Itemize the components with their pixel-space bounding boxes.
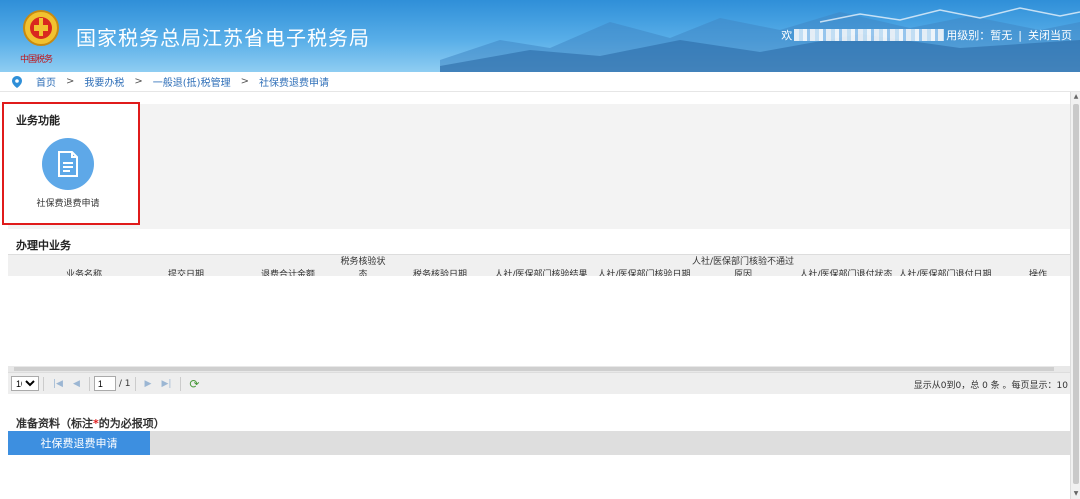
table-header: 业务名称 提交日期 退费合计金额 税务核验状态税务核验日期 人社/医保部门核验结果 人社/… — [8, 254, 1070, 276]
materials-title-before: 准备资料（标注 — [16, 417, 93, 430]
refresh-icon[interactable]: ⟳ — [189, 377, 199, 391]
page-size-select[interactable]: 102050 — [11, 376, 39, 391]
breadcrumb-arrow: > — [240, 76, 249, 87]
document-icon — [58, 151, 78, 177]
column-header: 税务核验状态 — [340, 255, 386, 276]
column-header-line1: 退费合计金额 — [261, 270, 316, 276]
column-header-line2: 原因 — [734, 270, 753, 276]
pager-divider — [43, 376, 44, 391]
scroll-up-icon[interactable]: ▲ — [1072, 93, 1080, 101]
close-page-link[interactable]: 关闭当页 — [1028, 27, 1072, 43]
column-header-line1: 操作 — [1029, 270, 1048, 276]
total-pages: / 1 — [118, 378, 131, 389]
site-header: 中国税务 国家税务总局江苏省电子税务局 欢 用级别：暂无 | 关闭当页 — [0, 0, 1080, 72]
pager-info: 显示从0到0，总 0 条 。每页显示：10 — [913, 381, 1068, 391]
column-header: 人社/医保部门退付日期 — [899, 267, 992, 276]
breadcrumb-arrow: > — [134, 76, 143, 87]
first-page-icon[interactable]: |◀ — [53, 379, 63, 389]
pager: 102050 |◀ ◀ / 1 ▶ ▶| ⟳ 显示从0到0，总 0 条 。每页显… — [8, 372, 1070, 394]
section-title-in-progress: 办理中业务 — [16, 239, 71, 252]
column-header-line1: 提交日期 — [168, 270, 205, 276]
separator: | — [1018, 28, 1022, 42]
pager-divider — [180, 376, 182, 391]
column-header-line1: 税务核验日期 — [413, 270, 468, 276]
function-icon-circle[interactable] — [42, 138, 94, 190]
breadcrumb-home[interactable]: 首页 — [36, 74, 56, 89]
location-pin-icon — [12, 75, 22, 88]
column-header: 税务核验日期 — [413, 267, 467, 276]
emblem-tagline: 中国税务 — [20, 55, 53, 65]
last-page-icon[interactable]: ▶| — [161, 379, 171, 389]
column-header-line1: 税务核验状 — [340, 257, 386, 267]
scroll-down-icon[interactable]: ▼ — [1072, 490, 1080, 498]
section-title-materials: 准备资料（标注*的为必报项） — [16, 415, 165, 431]
column-header-line1: 人社/医保部门核验日期 — [597, 270, 691, 276]
column-header: 提交日期 — [168, 267, 204, 276]
materials-tabbar: 社保费退费申请 — [8, 431, 1070, 455]
hscroll-thumb[interactable] — [14, 367, 1054, 371]
masked-username — [794, 29, 945, 41]
column-header-line1: 人社/医保部门核验不通过 — [692, 257, 795, 267]
section-title-business-functions: 业务功能 — [16, 114, 60, 127]
column-header-line1: 人社/医保部门核验结果 — [494, 270, 588, 276]
page-number-input[interactable] — [93, 376, 116, 391]
column-header-line2: 态 — [358, 270, 368, 276]
site-title: 国家税务总局江苏省电子税务局 — [76, 26, 370, 50]
column-header: 人社/医保部门核验不通过原因 — [692, 255, 795, 276]
column-header-line1: 人社/医保部门退付状态 — [799, 270, 893, 276]
next-page-icon[interactable]: ▶ — [145, 379, 152, 389]
business-function-panel — [8, 104, 1070, 229]
column-header-line1: 业务名称 — [66, 270, 103, 276]
function-social-insurance-refund[interactable]: 社保费退费申请 — [30, 138, 106, 214]
tab-social-insurance-refund[interactable]: 社保费退费申请 — [8, 431, 150, 455]
breadcrumb-tax-services[interactable]: 我要办税 — [84, 74, 124, 89]
column-header: 人社/医保部门核验结果 — [495, 267, 588, 276]
pager-divider — [134, 376, 136, 391]
breadcrumb-current[interactable]: 社保费退费申请 — [259, 74, 329, 89]
column-header: 退费合计金额 — [261, 267, 315, 276]
breadcrumb: 首页 > 我要办税 > 一般退(抵)税管理 > 社保费退费申请 — [0, 72, 1080, 92]
materials-title-after: 的为必报项） — [98, 417, 165, 430]
welcome-text: 欢 — [781, 29, 793, 42]
breadcrumb-arrow: > — [66, 76, 75, 87]
column-header-line1: 人社/医保部门退付日期 — [898, 270, 992, 276]
column-header: 人社/医保部门退付状态 — [800, 267, 893, 276]
user-bar: 欢 用级别：暂无 | 关闭当页 — [781, 27, 1072, 43]
breadcrumb-refund-management[interactable]: 一般退(抵)税管理 — [153, 74, 231, 89]
main-content: 业务功能 社保费退费申请 办理中业务 业务名称 提交日期 退费合计金额 税务核验状态税… — [2, 102, 1070, 496]
table-body — [8, 276, 1070, 366]
column-header: 业务名称 — [66, 267, 102, 276]
pager-divider — [88, 376, 90, 391]
prev-page-icon[interactable]: ◀ — [73, 379, 80, 389]
function-label[interactable]: 社保费退费申请 — [30, 196, 106, 209]
scroll-thumb[interactable] — [1073, 104, 1079, 484]
user-level: 用级别：暂无 — [946, 29, 1013, 42]
column-header: 操作 — [1029, 267, 1047, 276]
column-header: 人社/医保部门核验日期 — [598, 267, 691, 276]
page-scrollbar[interactable]: ▲ ▼ — [1070, 92, 1080, 499]
tax-emblem-icon — [18, 8, 64, 48]
